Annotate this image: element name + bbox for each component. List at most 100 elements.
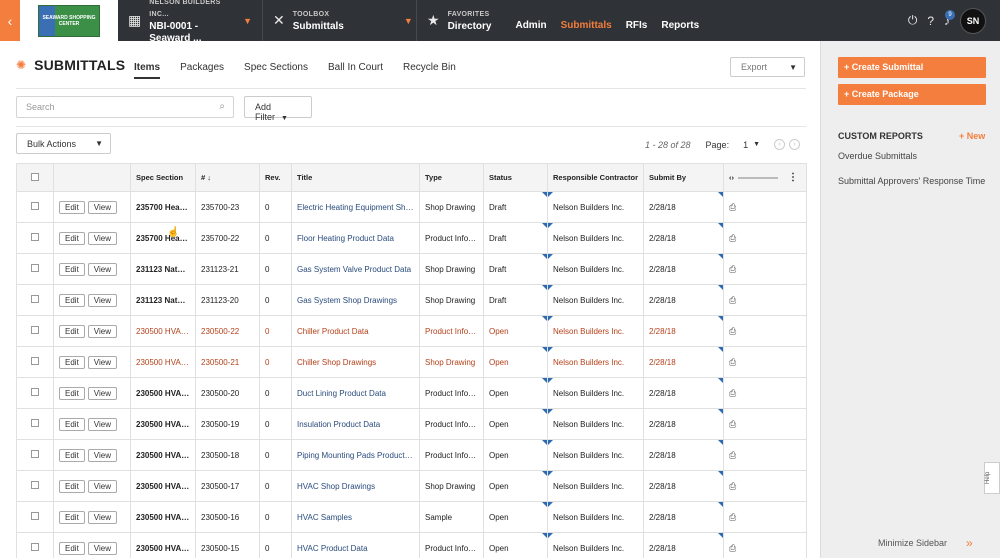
edit-button[interactable]: Edit bbox=[59, 386, 85, 400]
cell-title-link[interactable]: Duct Lining Product Data bbox=[291, 377, 420, 409]
col-type[interactable]: Type bbox=[419, 163, 484, 192]
row-checkbox[interactable] bbox=[31, 233, 39, 241]
project-selector[interactable]: ▦ NELSON BUILDERS INC... NBI-0001 - Seaw… bbox=[118, 0, 263, 44]
col-rev[interactable]: Rev. bbox=[259, 163, 292, 192]
page-select[interactable]: 1 bbox=[743, 140, 748, 150]
pdf-icon[interactable]: ⎙ bbox=[729, 388, 736, 398]
edit-button[interactable]: Edit bbox=[59, 200, 85, 214]
pdf-icon[interactable]: ⎙ bbox=[729, 512, 736, 522]
nav-directory[interactable]: Directory bbox=[448, 21, 492, 33]
pdf-icon[interactable]: ⎙ bbox=[729, 233, 736, 243]
report-approvers-response-time[interactable]: Submittal Approvers' Response Time bbox=[838, 176, 985, 186]
row-checkbox[interactable] bbox=[31, 202, 39, 210]
pdf-icon[interactable]: ⎙ bbox=[729, 202, 736, 212]
edit-button[interactable]: Edit bbox=[59, 231, 85, 245]
cell-title-link[interactable]: HVAC Samples bbox=[291, 501, 420, 533]
tab-packages[interactable]: Packages bbox=[180, 62, 224, 79]
row-checkbox[interactable] bbox=[31, 326, 39, 334]
row-checkbox[interactable] bbox=[31, 481, 39, 489]
col-status[interactable]: Status bbox=[483, 163, 548, 192]
nav-reports[interactable]: Reports bbox=[661, 20, 699, 31]
nav-admin[interactable]: Admin bbox=[515, 20, 546, 31]
plug-icon[interactable]: ⏻ bbox=[908, 13, 918, 28]
search-input[interactable]: Search ⌕ bbox=[16, 96, 234, 118]
tab-spec-sections[interactable]: Spec Sections bbox=[244, 62, 308, 79]
view-button[interactable]: View bbox=[87, 200, 117, 214]
cell-title-link[interactable]: HVAC Product Data bbox=[291, 532, 420, 558]
project-logo[interactable]: SEAWARD SHOPPING CENTER bbox=[20, 0, 118, 41]
bell-icon[interactable]: ♪ 9 bbox=[944, 9, 955, 28]
bulk-actions-dropdown[interactable]: Bulk Actions ▼ bbox=[16, 133, 111, 154]
minimize-sidebar-link[interactable]: Minimize Sidebar bbox=[878, 538, 947, 548]
cell-title-link[interactable]: Gas System Shop Drawings bbox=[291, 284, 420, 316]
add-filter-button[interactable]: Add Filter ▼ bbox=[244, 96, 312, 122]
prev-page-icon[interactable]: ‹ bbox=[774, 139, 786, 150]
edit-button[interactable]: Edit bbox=[59, 262, 85, 276]
cell-title-link[interactable]: Chiller Product Data bbox=[291, 315, 420, 347]
toolbox-selector[interactable]: ✕ TOOLBOX Submittals ▼ bbox=[263, 0, 417, 41]
col-responsible-contractor[interactable]: Responsible Contractor bbox=[547, 163, 644, 192]
view-button[interactable]: View bbox=[87, 448, 117, 462]
select-all-checkbox[interactable] bbox=[31, 172, 39, 181]
new-report-link[interactable]: + New bbox=[959, 131, 985, 141]
pdf-icon[interactable]: ⎙ bbox=[729, 450, 736, 460]
view-button[interactable]: View bbox=[87, 479, 117, 493]
view-button[interactable]: View bbox=[87, 510, 117, 524]
view-button[interactable]: View bbox=[87, 417, 117, 431]
cell-title-link[interactable]: HVAC Shop Drawings bbox=[291, 470, 420, 502]
edit-button[interactable]: Edit bbox=[59, 541, 85, 555]
more-options-icon[interactable]: ⋮ bbox=[788, 172, 798, 183]
col-number[interactable]: # ↓ bbox=[195, 163, 260, 192]
view-button[interactable]: View bbox=[87, 231, 117, 245]
report-overdue-submittals[interactable]: Overdue Submittals bbox=[838, 151, 917, 161]
edit-button[interactable]: Edit bbox=[59, 448, 85, 462]
row-checkbox[interactable] bbox=[31, 512, 39, 520]
row-checkbox[interactable] bbox=[31, 388, 39, 396]
help-tab[interactable]: Help bbox=[984, 462, 1000, 494]
column-width-slider[interactable] bbox=[738, 176, 778, 179]
edit-button[interactable]: Edit bbox=[59, 417, 85, 431]
view-button[interactable]: View bbox=[87, 386, 117, 400]
pdf-icon[interactable]: ⎙ bbox=[729, 295, 736, 305]
avatar[interactable]: SN bbox=[960, 7, 986, 34]
create-submittal-button[interactable]: + Create Submittal bbox=[838, 57, 986, 78]
row-checkbox[interactable] bbox=[31, 295, 39, 303]
view-button[interactable]: View bbox=[87, 541, 117, 555]
star-icon[interactable]: ★ bbox=[427, 12, 440, 29]
col-submit-by[interactable]: Submit By bbox=[643, 163, 724, 192]
tab-items[interactable]: Items bbox=[134, 62, 161, 79]
help-icon[interactable]: ? bbox=[927, 14, 934, 28]
row-checkbox[interactable] bbox=[31, 264, 39, 272]
row-checkbox[interactable] bbox=[31, 357, 39, 365]
tab-ball-in-court[interactable]: Ball In Court bbox=[328, 62, 383, 79]
view-button[interactable]: View bbox=[87, 262, 117, 276]
cell-title-link[interactable]: Floor Heating Product Data bbox=[291, 222, 420, 254]
col-title[interactable]: Title bbox=[291, 163, 420, 192]
cell-title-link[interactable]: Electric Heating Equipment Shop Dr... bbox=[291, 191, 420, 223]
gear-icon[interactable]: ✺ bbox=[16, 58, 26, 72]
pdf-icon[interactable]: ⎙ bbox=[729, 326, 736, 336]
resize-icon[interactable]: ‹› bbox=[729, 173, 734, 182]
cell-title-link[interactable]: Chiller Shop Drawings bbox=[291, 346, 420, 378]
edit-button[interactable]: Edit bbox=[59, 293, 85, 307]
row-checkbox[interactable] bbox=[31, 450, 39, 458]
create-package-button[interactable]: + Create Package bbox=[838, 84, 986, 105]
next-page-icon[interactable]: › bbox=[789, 139, 801, 150]
cell-title-link[interactable]: Gas System Valve Product Data bbox=[291, 253, 420, 285]
view-button[interactable]: View bbox=[87, 324, 117, 338]
export-dropdown[interactable]: Export ▼ bbox=[730, 57, 805, 77]
col-spec-section[interactable]: Spec Section bbox=[130, 163, 196, 192]
cell-title-link[interactable]: Insulation Product Data bbox=[291, 408, 420, 440]
double-chevron-right-icon[interactable]: » bbox=[966, 536, 973, 550]
nav-submittals[interactable]: Submittals bbox=[561, 20, 612, 31]
pdf-icon[interactable]: ⎙ bbox=[729, 543, 736, 553]
pdf-icon[interactable]: ⎙ bbox=[729, 481, 736, 491]
cell-title-link[interactable]: Piping Mounting Pads Product Data bbox=[291, 439, 420, 471]
pdf-icon[interactable]: ⎙ bbox=[729, 264, 736, 274]
edit-button[interactable]: Edit bbox=[59, 479, 85, 493]
edit-button[interactable]: Edit bbox=[59, 510, 85, 524]
nav-rfis[interactable]: RFIs bbox=[626, 20, 648, 31]
row-checkbox[interactable] bbox=[31, 543, 39, 551]
tab-recycle-bin[interactable]: Recycle Bin bbox=[403, 62, 456, 79]
view-button[interactable]: View bbox=[87, 355, 117, 369]
